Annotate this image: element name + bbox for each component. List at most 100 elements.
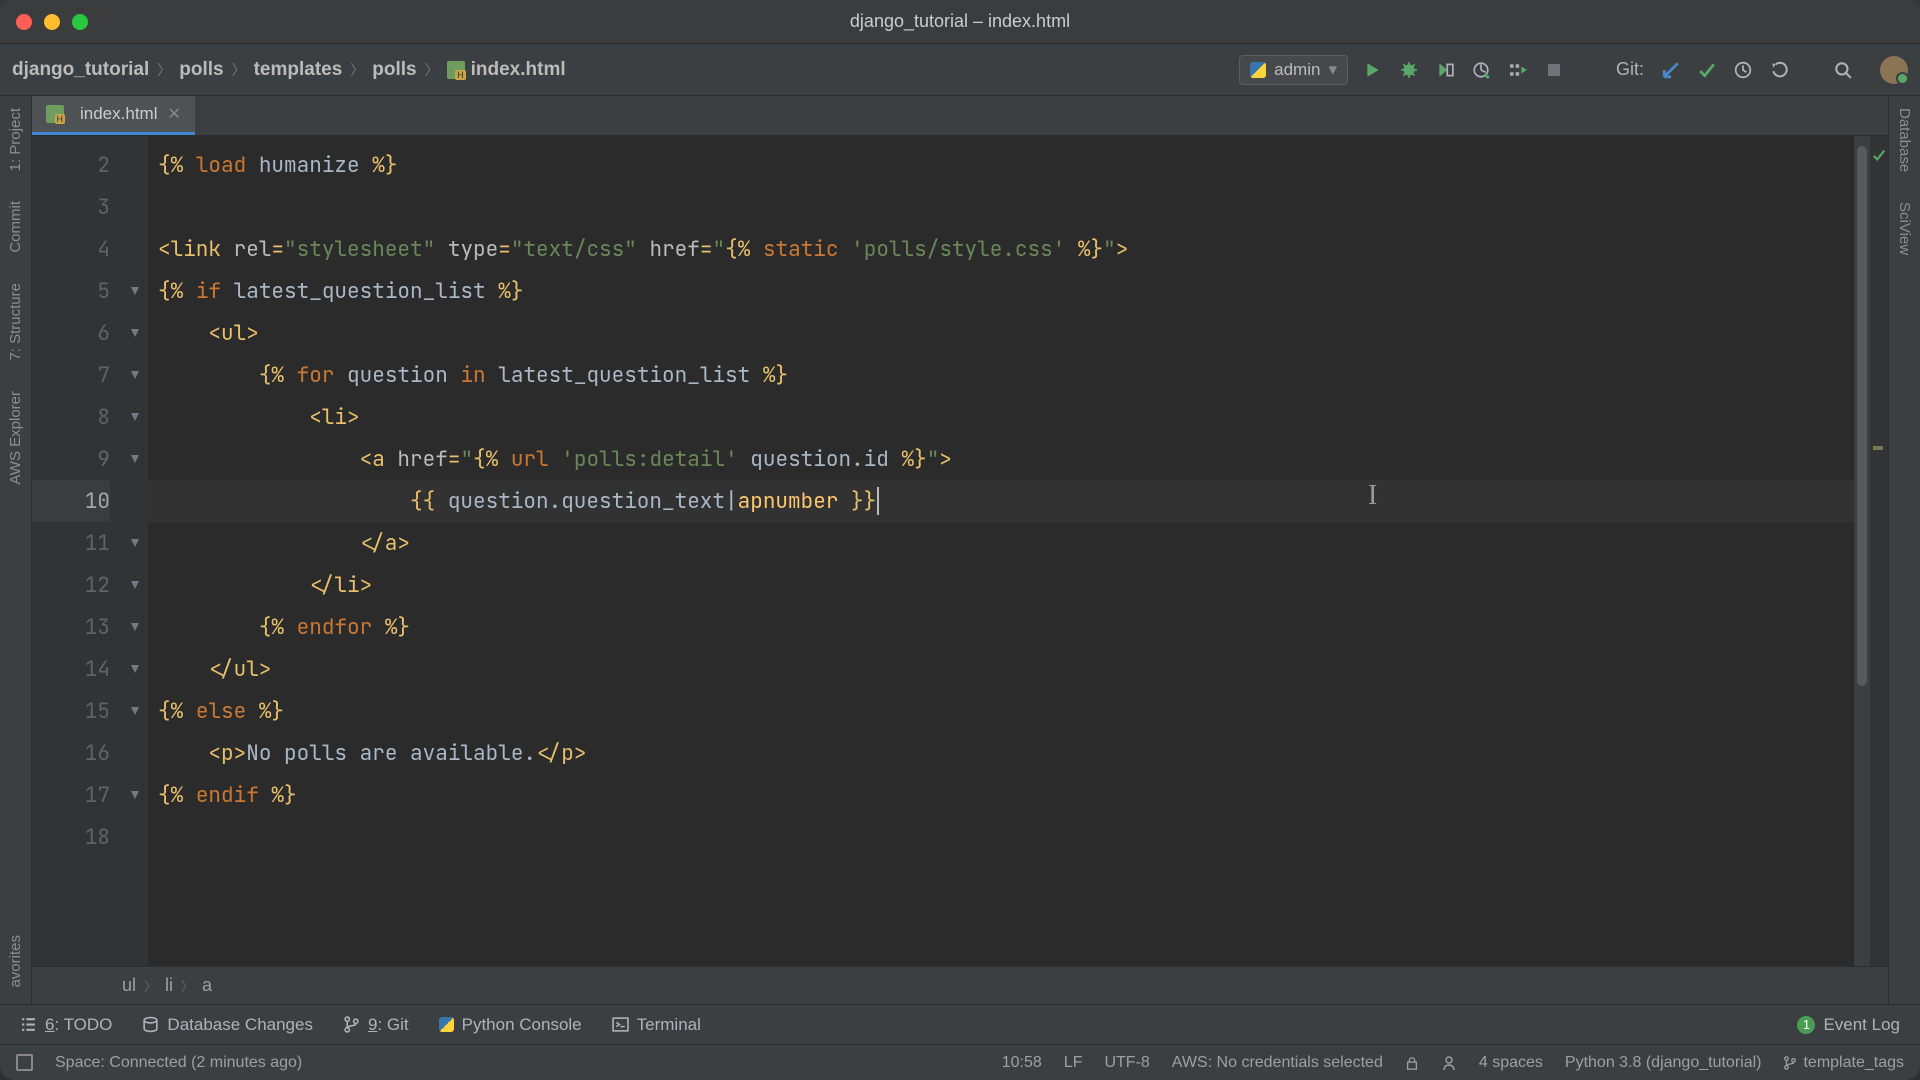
inspection-ok-icon[interactable]: [1872, 142, 1886, 169]
fold-handle[interactable]: [122, 690, 148, 732]
tool-commit[interactable]: Commit: [7, 195, 24, 259]
code-editor[interactable]: 23456789101112131415161718 I {% load hum…: [32, 136, 1888, 966]
close-icon[interactable]: ✕: [167, 104, 180, 124]
scrollbar-thumb[interactable]: [1857, 146, 1867, 686]
code-line[interactable]: </li>: [148, 564, 1854, 606]
fold-handle[interactable]: [122, 522, 148, 564]
line-number[interactable]: 12: [32, 564, 110, 606]
breadcrumb-folder[interactable]: polls: [179, 59, 223, 81]
vcs-commit-button[interactable]: [1698, 61, 1716, 79]
run-anything-button[interactable]: [1508, 61, 1528, 79]
status-git-branch[interactable]: template_tags: [1783, 1054, 1904, 1072]
crumb[interactable]: a: [202, 975, 212, 996]
crumb[interactable]: ul: [122, 975, 136, 996]
code-line[interactable]: {{ question.question_text|apnumber }}: [148, 480, 1854, 522]
status-space[interactable]: Space: Connected (2 minutes ago): [55, 1054, 302, 1072]
code-line[interactable]: <a href="{% url 'polls:detail' question.…: [148, 438, 1854, 480]
run-configuration-selector[interactable]: admin ▾: [1239, 55, 1348, 85]
tool-event-log[interactable]: 1 Event Log: [1797, 1015, 1900, 1035]
code-line[interactable]: {% endfor %}: [148, 606, 1854, 648]
line-number[interactable]: 10: [32, 480, 110, 522]
code-line[interactable]: {% load humanize %}: [148, 144, 1854, 186]
code-line[interactable]: {% for question in latest_question_list …: [148, 354, 1854, 396]
fold-handle[interactable]: [122, 564, 148, 606]
tool-python-console[interactable]: Python Console: [439, 1015, 582, 1035]
status-aws[interactable]: AWS: No credentials selected: [1172, 1054, 1383, 1072]
code-line[interactable]: {% endif %}: [148, 774, 1854, 816]
line-number[interactable]: 2: [32, 144, 110, 186]
crumb[interactable]: li: [165, 975, 173, 996]
tool-database[interactable]: Database: [1896, 102, 1913, 178]
status-line-separator[interactable]: LF: [1064, 1054, 1083, 1072]
search-everywhere-button[interactable]: [1834, 61, 1852, 79]
line-number[interactable]: 3: [32, 186, 110, 228]
vertical-scrollbar[interactable]: [1854, 136, 1870, 966]
inspector-icon[interactable]: [1441, 1055, 1457, 1071]
code-line[interactable]: <p>No polls are available.</p>: [148, 732, 1854, 774]
tool-git[interactable]: 9: Git: [343, 1015, 409, 1035]
close-window-button[interactable]: [16, 14, 32, 30]
tool-sciview[interactable]: SciView: [1896, 196, 1913, 261]
stop-button[interactable]: [1546, 62, 1562, 78]
line-number[interactable]: 9: [32, 438, 110, 480]
code-line[interactable]: {% else %}: [148, 690, 1854, 732]
marker-stripe[interactable]: [1873, 446, 1883, 450]
line-number[interactable]: 15: [32, 690, 110, 732]
profile-button[interactable]: [1472, 61, 1490, 79]
fold-handle[interactable]: [122, 648, 148, 690]
code-area[interactable]: I {% load humanize %}<link rel="styleshe…: [148, 136, 1854, 966]
line-number[interactable]: 18: [32, 816, 110, 858]
code-line[interactable]: <link rel="stylesheet" type="text/css" h…: [148, 228, 1854, 270]
tool-structure[interactable]: 7: Structure: [7, 277, 24, 367]
fold-handle[interactable]: [122, 438, 148, 480]
line-number[interactable]: 13: [32, 606, 110, 648]
status-time[interactable]: 10:58: [1002, 1054, 1042, 1072]
line-number[interactable]: 17: [32, 774, 110, 816]
vcs-history-button[interactable]: [1734, 61, 1752, 79]
line-number[interactable]: 5: [32, 270, 110, 312]
status-interpreter[interactable]: Python 3.8 (django_tutorial): [1565, 1054, 1762, 1072]
line-number[interactable]: 7: [32, 354, 110, 396]
fold-handle[interactable]: [122, 186, 148, 228]
tool-terminal[interactable]: Terminal: [612, 1015, 701, 1035]
fold-handle[interactable]: [122, 774, 148, 816]
tool-project[interactable]: 1: Project: [7, 102, 24, 177]
code-line[interactable]: <li>: [148, 396, 1854, 438]
user-avatar[interactable]: [1880, 56, 1908, 84]
vcs-update-button[interactable]: [1662, 61, 1680, 79]
code-line[interactable]: [148, 816, 1854, 858]
tool-todo[interactable]: 6: TODO: [20, 1015, 112, 1035]
code-line[interactable]: {% if latest_question_list %}: [148, 270, 1854, 312]
code-line[interactable]: <ul>: [148, 312, 1854, 354]
tool-favorites[interactable]: avorites: [7, 929, 24, 994]
fold-handle[interactable]: [122, 816, 148, 858]
fold-handle[interactable]: [122, 396, 148, 438]
fold-handle[interactable]: [122, 354, 148, 396]
line-number[interactable]: 11: [32, 522, 110, 564]
line-number[interactable]: 14: [32, 648, 110, 690]
run-button[interactable]: [1364, 61, 1382, 79]
maximize-window-button[interactable]: [72, 14, 88, 30]
editor-tab-active[interactable]: index.html ✕: [32, 96, 195, 135]
vcs-rollback-button[interactable]: [1770, 61, 1788, 79]
breadcrumb-folder[interactable]: polls: [372, 59, 416, 81]
minimize-window-button[interactable]: [44, 14, 60, 30]
fold-handle[interactable]: [122, 270, 148, 312]
tool-aws-explorer[interactable]: AWS Explorer: [7, 385, 24, 491]
line-number[interactable]: 8: [32, 396, 110, 438]
breadcrumb-project[interactable]: django_tutorial: [12, 59, 149, 81]
fold-handle[interactable]: [122, 144, 148, 186]
fold-handle[interactable]: [122, 480, 148, 522]
breadcrumb-file[interactable]: index.html: [447, 59, 566, 81]
line-number[interactable]: 16: [32, 732, 110, 774]
status-indent[interactable]: 4 spaces: [1479, 1054, 1543, 1072]
run-coverage-button[interactable]: [1436, 61, 1454, 79]
code-line[interactable]: </a>: [148, 522, 1854, 564]
debug-button[interactable]: [1400, 61, 1418, 79]
fold-handle[interactable]: [122, 228, 148, 270]
tool-window-quick-access-icon[interactable]: [16, 1054, 33, 1071]
fold-handle[interactable]: [122, 732, 148, 774]
code-line[interactable]: </ul>: [148, 648, 1854, 690]
lock-icon[interactable]: [1405, 1056, 1419, 1070]
line-number[interactable]: 6: [32, 312, 110, 354]
